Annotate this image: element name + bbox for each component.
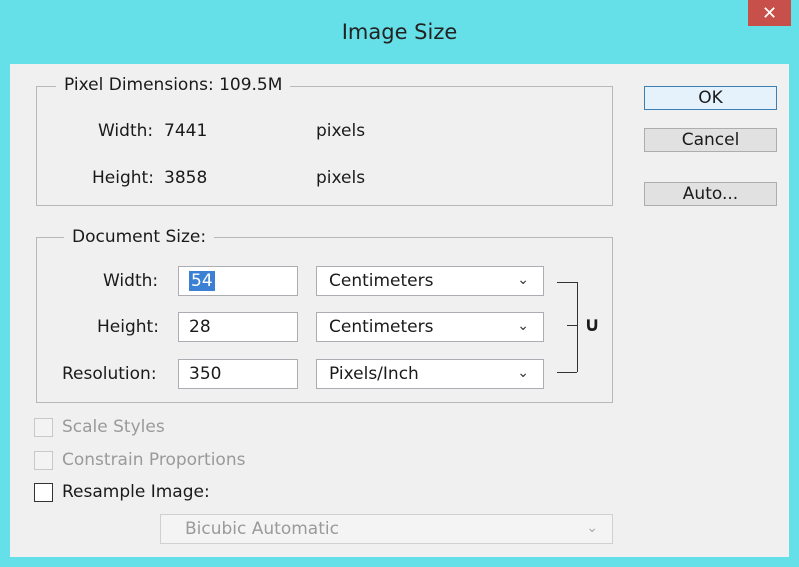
chevron-down-icon: ⌄ xyxy=(517,272,529,288)
resolution-input[interactable]: 350 xyxy=(178,359,298,389)
doc-width-unit-select[interactable]: Centimeters ⌄ xyxy=(316,266,544,296)
constrain-bracket-bottom xyxy=(557,372,577,373)
cancel-button[interactable]: Cancel xyxy=(644,128,777,152)
scale-styles-checkbox[interactable] xyxy=(34,418,53,437)
resolution-value: 350 xyxy=(189,364,222,384)
resample-image-label: Resample Image: xyxy=(62,482,210,502)
window-frame-bottom xyxy=(0,557,799,567)
pixel-height-unit: pixels xyxy=(316,168,366,188)
doc-width-value: 54 xyxy=(189,271,215,291)
doc-height-unit: Centimeters xyxy=(329,317,434,337)
doc-width-label: Width: xyxy=(103,271,159,291)
resample-method-select[interactable]: Bicubic Automatic ⌄ xyxy=(160,514,613,544)
window-frame-right xyxy=(789,64,799,567)
resolution-unit: Pixels/Inch xyxy=(329,364,419,384)
doc-height-unit-select[interactable]: Centimeters ⌄ xyxy=(316,312,544,342)
pixel-dimensions-legend: Pixel Dimensions: 109.5M xyxy=(56,75,291,95)
doc-width-input[interactable]: 54 xyxy=(178,266,298,296)
scale-styles-label: Scale Styles xyxy=(62,417,165,437)
constrain-proportions-label: Constrain Proportions xyxy=(62,450,246,470)
resample-method-value: Bicubic Automatic xyxy=(185,519,339,539)
pixel-width-value: 7441 xyxy=(164,121,208,141)
chevron-down-icon: ⌄ xyxy=(586,520,598,536)
pixel-width-label: Width: xyxy=(98,121,154,141)
pixel-width-unit: pixels xyxy=(316,121,366,141)
pixel-dimensions-label: Pixel Dimensions: xyxy=(64,75,214,95)
constrain-proportions-checkbox[interactable] xyxy=(34,451,53,470)
window-frame-left xyxy=(0,64,10,567)
pixel-dimensions-group xyxy=(36,86,613,206)
pixel-height-label: Height: xyxy=(92,168,154,188)
chevron-down-icon: ⌄ xyxy=(517,365,529,381)
close-button[interactable]: ✕ xyxy=(748,0,791,26)
doc-height-value: 28 xyxy=(189,317,211,337)
doc-height-input[interactable]: 28 xyxy=(178,312,298,342)
resolution-unit-select[interactable]: Pixels/Inch ⌄ xyxy=(316,359,544,389)
resolution-label: Resolution: xyxy=(62,364,157,384)
auto-button[interactable]: Auto... xyxy=(644,182,777,206)
ok-button[interactable]: OK xyxy=(644,86,777,110)
link-icon: ∪ xyxy=(584,312,601,336)
constrain-bracket xyxy=(577,282,578,372)
constrain-bracket-top xyxy=(557,282,577,283)
document-size-legend: Document Size: xyxy=(64,227,215,247)
doc-width-unit: Centimeters xyxy=(329,271,434,291)
constrain-bracket-middle xyxy=(567,325,577,326)
doc-height-label: Height: xyxy=(97,317,159,337)
pixel-dimensions-size: 109.5M xyxy=(219,75,283,95)
resample-image-checkbox[interactable] xyxy=(34,483,53,502)
window-title: Image Size xyxy=(341,20,458,44)
pixel-height-value: 3858 xyxy=(164,168,208,188)
chevron-down-icon: ⌄ xyxy=(517,318,529,334)
